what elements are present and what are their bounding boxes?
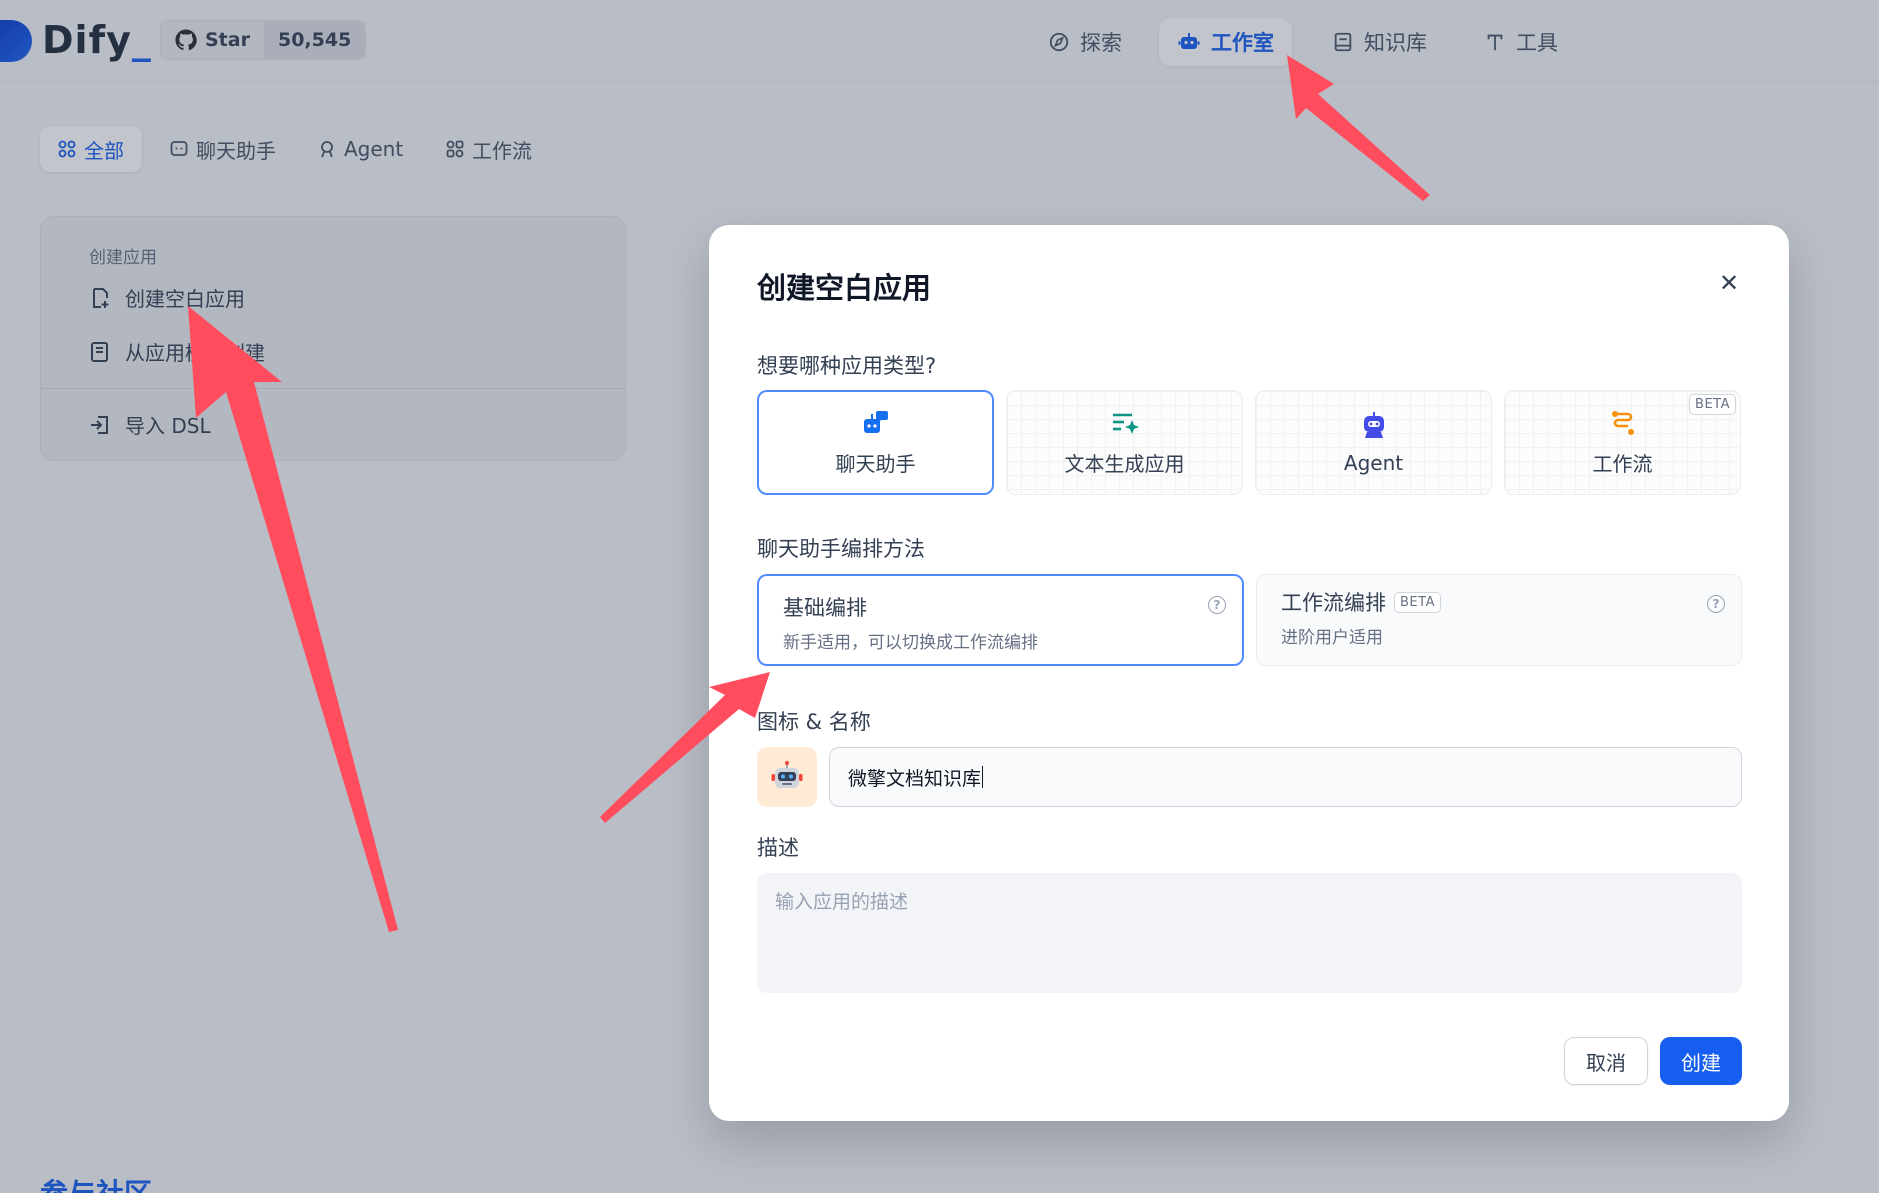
type-chat-assistant-label: 聊天助手 <box>835 452 916 476</box>
text-caret <box>982 766 984 788</box>
close-icon[interactable]: ✕ <box>1715 269 1743 297</box>
create-button[interactable]: 创建 <box>1660 1037 1742 1085</box>
mode-workflow-desc: 进阶用户适用 <box>1281 628 1383 648</box>
help-icon[interactable]: ? <box>1707 595 1725 613</box>
orchestration-mode-label: 聊天助手编排方法 <box>757 537 925 561</box>
description-textarea[interactable]: 输入应用的描述 <box>757 873 1742 993</box>
mode-basic-desc: 新手适用，可以切换成工作流编排 <box>783 633 1038 653</box>
mode-basic[interactable]: 基础编排 新手适用，可以切换成工作流编排 ? <box>757 574 1244 666</box>
app-name-value: 微擎文档知识库 <box>848 767 982 790</box>
type-agent-label: Agent <box>1343 450 1404 475</box>
mode-basic-title: 基础编排 <box>783 596 867 620</box>
type-text-generation[interactable]: 文本生成应用 <box>1006 390 1243 495</box>
agent-icon <box>1363 411 1384 438</box>
chat-bot-icon <box>863 411 888 433</box>
cancel-button[interactable]: 取消 <box>1564 1037 1648 1085</box>
mode-workflow-title: 工作流编排 <box>1281 591 1386 615</box>
description-placeholder: 输入应用的描述 <box>775 891 909 913</box>
dialog-title: 创建空白应用 <box>757 271 932 305</box>
type-agent[interactable]: Agent <box>1255 390 1492 495</box>
beta-badge: BETA <box>1394 591 1441 613</box>
create-blank-app-dialog: 创建空白应用 ✕ 想要哪种应用类型? 聊天助手 文本生成应用 Agent BET… <box>709 225 1789 1121</box>
robot-emoji-icon <box>771 761 803 788</box>
help-icon[interactable]: ? <box>1208 596 1226 614</box>
type-workflow-label: 工作流 <box>1592 452 1653 476</box>
text-generation-icon <box>1112 413 1139 434</box>
type-chat-assistant[interactable]: 聊天助手 <box>757 390 994 495</box>
mode-workflow[interactable]: 工作流编排 BETA 进阶用户适用 ? <box>1256 574 1742 666</box>
app-icon-picker[interactable] <box>757 747 817 807</box>
type-workflow[interactable]: BETA 工作流 <box>1504 390 1741 495</box>
icon-name-label: 图标 & 名称 <box>757 710 871 734</box>
description-label: 描述 <box>757 836 799 860</box>
app-type-label: 想要哪种应用类型? <box>757 354 937 378</box>
type-text-generation-label: 文本生成应用 <box>1064 452 1185 476</box>
app-name-input[interactable]: 微擎文档知识库 <box>829 747 1742 807</box>
beta-badge: BETA <box>1689 394 1736 415</box>
workflow-icon <box>1611 411 1634 435</box>
